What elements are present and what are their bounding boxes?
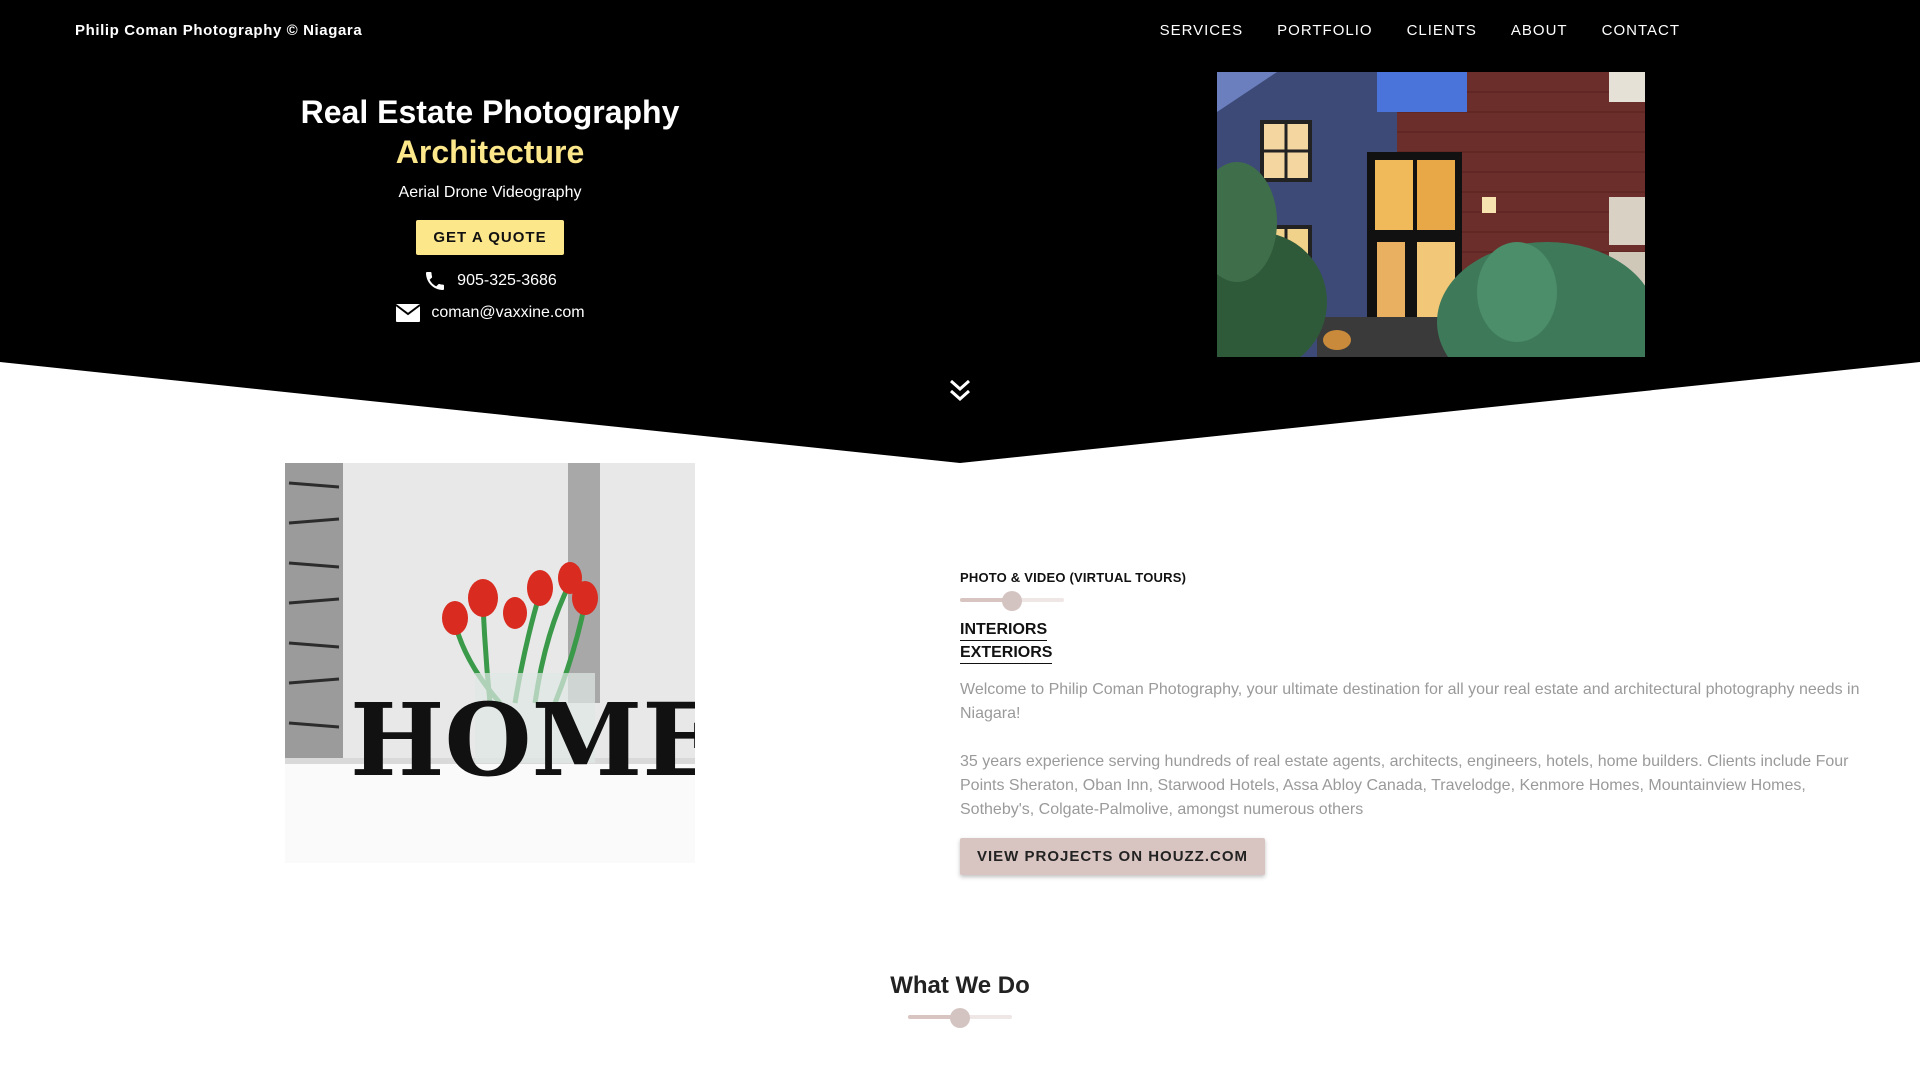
services-label: PHOTO & VIDEO (VIRTUAL TOURS) xyxy=(960,570,1187,585)
nav-contact[interactable]: CONTACT xyxy=(1602,22,1680,39)
divider-slider xyxy=(908,1006,1012,1028)
interiors-link[interactable]: INTERIORS xyxy=(960,621,1048,641)
divider-slider xyxy=(960,589,1064,611)
houzz-projects-button[interactable]: VIEW PROJECTS ON HOUZZ.COM xyxy=(960,838,1266,875)
phone-icon xyxy=(426,272,445,290)
what-we-do-heading: What We Do xyxy=(890,972,1030,999)
hero-subtitle: Architecture xyxy=(395,134,585,170)
exteriors-link[interactable]: EXTERIORS xyxy=(960,644,1053,664)
site-brand[interactable]: Philip Coman Photography © Niagara xyxy=(75,22,362,39)
home-decor-photo: HOME xyxy=(285,463,695,863)
nav-portfolio[interactable]: PORTFOLIO xyxy=(1277,22,1372,39)
phone-number: 905-325-3686 xyxy=(457,272,557,289)
what-we-do-section: What We Do xyxy=(0,972,1920,1028)
main-nav: SERVICES PORTFOLIO CLIENTS ABOUT CONTACT xyxy=(1160,22,1680,39)
hero-section: Philip Coman Photography © Niagara SERVI… xyxy=(0,0,1920,463)
nav-about[interactable]: ABOUT xyxy=(1511,22,1568,39)
double-chevron-down-icon[interactable] xyxy=(948,378,972,404)
experience-paragraph: 35 years experience serving hundreds of … xyxy=(960,753,1849,818)
phone-contact[interactable]: 905-325-3686 xyxy=(200,269,780,293)
envelope-icon xyxy=(395,304,422,322)
nav-services[interactable]: SERVICES xyxy=(1160,22,1244,39)
about-section: PHOTO & VIDEO (VIRTUAL TOURS) INTERIORS … xyxy=(960,570,1880,875)
hero-tagline: Aerial Drone Videography xyxy=(398,184,582,201)
home-sign-text: HOME xyxy=(350,681,695,799)
email-contact[interactable]: coman@vaxxine.com xyxy=(200,303,780,323)
hero-intro: Real Estate Photography Architecture Aer… xyxy=(200,92,780,323)
hero-title: Real Estate Photography xyxy=(300,94,680,130)
email-address: coman@vaxxine.com xyxy=(431,304,585,321)
get-quote-button[interactable]: GET A QUOTE xyxy=(416,220,564,255)
house-exterior-photo xyxy=(1217,72,1645,357)
welcome-paragraph: Welcome to Philip Coman Photography, you… xyxy=(960,681,1860,722)
nav-clients[interactable]: CLIENTS xyxy=(1407,22,1477,39)
